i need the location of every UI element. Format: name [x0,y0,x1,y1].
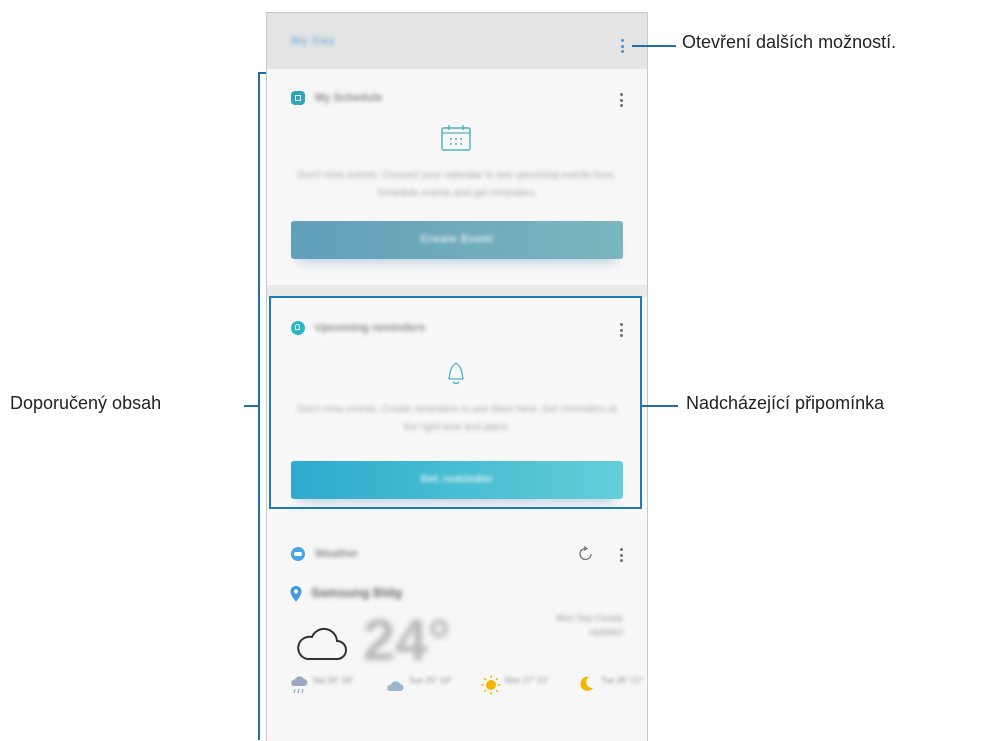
more-options-icon[interactable] [621,39,625,56]
schedule-card: My Schedule Don't miss events. Connect y… [267,69,647,285]
create-event-button[interactable]: Create Event [291,221,623,259]
app-title: My Day [291,35,336,47]
forecast-day-1: Sat 24° 18° [289,671,369,731]
recommended-leader-line [244,405,259,407]
weather-card: Weather Samsung Bldg 24° Mon Sep Cloudy … [267,515,647,741]
sun-icon [481,675,501,695]
weather-location: Samsung Bldg [311,585,403,600]
callout-more-options: Otevření dalších možností. [682,32,897,52]
weather-more-icon[interactable] [620,548,624,565]
schedule-card-description: Don't miss events. Connect your calendar… [297,170,617,199]
forecast-day-4-label: Tue 26° 21° [601,676,644,685]
more-options-leader-line [632,45,676,47]
forecast-day-2-label: Sun 25° 19° [409,676,452,685]
refresh-icon[interactable] [577,545,595,563]
forecast-day-3-label: Mon 27° 21° [505,676,550,685]
recommended-bracket-top [258,72,266,74]
calendar-badge-icon [291,91,305,105]
upcoming-reminder-leader-line [642,405,678,407]
cloud-icon [297,627,347,660]
rain-cloud-icon [291,676,308,694]
callout-upcoming-reminder: Nadcházející připomínka [686,393,885,413]
schedule-more-icon[interactable] [620,93,624,110]
schedule-card-title: My Schedule [315,92,383,104]
reminder-highlight-frame [269,296,642,509]
callout-recommended-content: Doporučený obsah [10,393,162,413]
weather-badge-icon [291,547,305,561]
small-cloud-icon [387,681,404,691]
weather-details: Mon Sep Cloudy Updated [556,613,623,637]
forecast-day-1-label: Sat 24° 18° [313,676,354,685]
weather-card-title: Weather [315,548,359,560]
app-header: My Day [267,13,647,69]
forecast-day-4: Tue 26° 21° [577,671,647,731]
moon-icon [580,676,593,691]
create-event-label: Create Event [420,234,494,245]
weather-temperature: 24° [363,608,451,673]
location-pin-icon [290,586,302,602]
forecast-day-2: Sun 25° 19° [385,671,465,731]
calendar-icon [441,125,471,151]
forecast-day-3: Mon 27° 21° [481,671,561,731]
